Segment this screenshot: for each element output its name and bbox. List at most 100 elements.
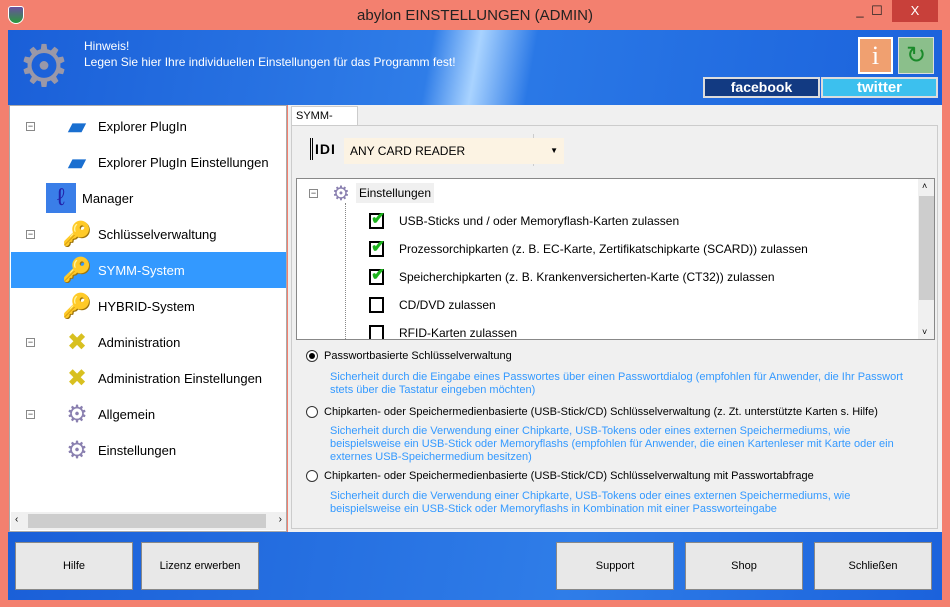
radio-unselected[interactable]: [306, 470, 318, 482]
horizontal-scrollbar[interactable]: ‹ ›: [11, 512, 286, 530]
hint-title: Hinweis!: [84, 39, 130, 53]
tree-item-label: USB-Sticks und / oder Memoryflash-Karten…: [399, 214, 680, 228]
tree-item-label: RFID-Karten zulassen: [399, 326, 518, 340]
sidebar-item-general[interactable]: − ⚙ Allgemein: [14, 396, 155, 432]
reader-toolbar: IDI ANY CARD READER ▼: [298, 134, 564, 166]
tree-item[interactable]: Prozessorchipkarten (z. B. EC-Karte, Zer…: [369, 237, 808, 261]
checkbox-unchecked[interactable]: [369, 325, 384, 339]
radio-label: Chipkarten- oder Speichermedienbasierte …: [324, 406, 878, 418]
close-dialog-button[interactable]: Schließen: [814, 542, 932, 590]
main-panel: SYMM-System IDI ANY CARD READER ▼ − ⚙Einst…: [288, 105, 942, 532]
buy-license-button[interactable]: Lizenz erwerben: [141, 542, 259, 590]
checkbox-checked[interactable]: [369, 237, 385, 257]
sidebar-item-hybrid-system[interactable]: 🔑 HYBRID-System: [62, 288, 195, 324]
scroll-down-icon[interactable]: ˅: [922, 327, 927, 337]
sidebar-item-symm-system[interactable]: 🔑 SYMM-System: [11, 252, 286, 288]
explorer-plugin-icon: ▰: [67, 112, 87, 140]
hint-text: Legen Sie hier Ihre individuellen Einste…: [84, 55, 456, 69]
refresh-icon: ↻: [905, 42, 927, 69]
sidebar-item-administration[interactable]: − ✖ Administration: [14, 324, 180, 360]
radio-chipcard-with-password[interactable]: Chipkarten- oder Speichermedienbasierte …: [306, 470, 814, 482]
tree-item-label: Speicherchipkarten (z. B. Krankenversich…: [399, 270, 775, 284]
sidebar-item-label: Manager: [82, 190, 134, 206]
update-button[interactable]: ↻: [898, 37, 934, 74]
checkbox-checked[interactable]: [369, 209, 385, 229]
title-bar: abylon EINSTELLUNGEN (ADMIN) _ ☐ X: [0, 0, 950, 30]
window-title: abylon EINSTELLUNGEN (ADMIN): [357, 7, 593, 24]
tools-icon: ✖: [66, 328, 88, 356]
manager-icon: ℓ: [46, 183, 76, 213]
gear-icon: ⚙: [66, 436, 88, 464]
radio-chipcard-based[interactable]: Chipkarten- oder Speichermedienbasierte …: [306, 406, 878, 418]
sidebar-item-administration-settings[interactable]: ✖ Administration Einstellungen: [62, 360, 262, 396]
sidebar-item-label: Explorer PlugIn: [98, 118, 187, 134]
sidebar-item-explorer-plugin[interactable]: − ▰ Explorer PlugIn: [14, 108, 187, 144]
scrollbar-thumb[interactable]: [28, 514, 266, 528]
navigation-tree: − ▰ Explorer PlugIn ▰ Explorer PlugIn Einst…: [9, 105, 287, 532]
tree-item[interactable]: USB-Sticks und / oder Memoryflash-Karten…: [369, 209, 679, 233]
shop-button[interactable]: Shop: [685, 542, 803, 590]
gear-icon: ⚙: [66, 400, 88, 428]
key-icon: 🔑: [62, 220, 92, 248]
help-button[interactable]: Hilfe: [15, 542, 133, 590]
collapse-toggle[interactable]: −: [26, 337, 35, 347]
radio-unselected[interactable]: [306, 406, 318, 418]
id-card-icon: IDI: [310, 138, 336, 160]
collapse-toggle[interactable]: −: [26, 121, 35, 131]
sidebar-item-manager[interactable]: ℓ Manager: [46, 180, 133, 216]
gear-icon: ⚙: [332, 182, 350, 205]
sidebar-item-label: Allgemein: [98, 406, 156, 422]
maximize-button[interactable]: ☐: [867, 0, 887, 22]
scroll-left-icon[interactable]: ‹: [15, 514, 18, 525]
option-description: Sicherheit durch die Verwendung einer Ch…: [330, 490, 851, 515]
explorer-plugin-icon: ▰: [67, 148, 87, 176]
tab-page: IDI ANY CARD READER ▼ − ⚙Einstellungen USB…: [291, 125, 938, 529]
tools-icon: ✖: [66, 364, 88, 392]
settings-tree: − ⚙Einstellungen USB-Sticks und / oder Me…: [296, 178, 935, 340]
key-icon: 🔑: [62, 256, 92, 284]
vertical-scrollbar[interactable]: ˄ ˅: [918, 179, 934, 339]
sidebar-item-label: Administration: [98, 334, 181, 350]
tree-root-settings[interactable]: − ⚙ Einstellungen: [309, 181, 434, 205]
facebook-button[interactable]: facebook: [703, 77, 820, 98]
collapse-toggle[interactable]: −: [26, 409, 35, 419]
sidebar-item-explorer-plugin-settings[interactable]: ▰ Explorer PlugIn Einstellungen: [62, 144, 269, 180]
close-button[interactable]: X: [892, 0, 938, 22]
info-button[interactable]: i: [858, 37, 893, 74]
tree-item-label: Prozessorchipkarten (z. B. EC-Karte, Zer…: [399, 242, 808, 256]
twitter-button[interactable]: twitter: [821, 77, 938, 98]
scrollbar-thumb[interactable]: [919, 196, 934, 300]
scroll-up-icon[interactable]: ˄: [922, 181, 927, 191]
chevron-down-icon[interactable]: ▼: [550, 138, 558, 164]
tree-item[interactable]: Speicherchipkarten (z. B. Krankenversich…: [369, 265, 775, 289]
header-banner: ⚙ Hinweis! Legen Sie hier Ihre individue…: [8, 30, 942, 105]
sidebar-item-key-management[interactable]: − 🔑 Schlüsselverwaltung: [14, 216, 217, 252]
option-description: Sicherheit durch die Eingabe eines Passw…: [330, 371, 903, 396]
option-description: Sicherheit durch die Verwendung einer Ch…: [330, 425, 894, 463]
sidebar-item-label: Einstellungen: [98, 442, 177, 458]
radio-selected[interactable]: [306, 350, 318, 362]
tree-item[interactable]: CD/DVD zulassen: [369, 293, 496, 317]
tree-root-label: Einstellungen: [355, 183, 434, 203]
gear-icon: ⚙: [18, 34, 70, 99]
card-reader-value: ANY CARD READER: [350, 144, 466, 158]
footer-bar: Hilfe Lizenz erwerben Support Shop Schli…: [8, 532, 942, 600]
scroll-right-icon[interactable]: ›: [279, 514, 282, 525]
support-button[interactable]: Support: [556, 542, 674, 590]
checkbox-checked[interactable]: [369, 265, 385, 285]
tree-item-label: CD/DVD zulassen: [399, 298, 496, 312]
card-reader-select[interactable]: ANY CARD READER ▼: [344, 138, 564, 164]
key-icon: 🔑: [62, 292, 92, 320]
sidebar-item-label: Explorer PlugIn Einstellungen: [98, 154, 269, 170]
tree-item[interactable]: RFID-Karten zulassen: [369, 321, 518, 340]
collapse-toggle[interactable]: −: [26, 229, 35, 239]
sidebar-item-label: Schlüsselverwaltung: [98, 226, 217, 242]
radio-label: Chipkarten- oder Speichermedienbasierte …: [324, 470, 814, 482]
checkbox-unchecked[interactable]: [369, 297, 384, 313]
sidebar-item-label: Administration Einstellungen: [98, 370, 263, 386]
collapse-toggle[interactable]: −: [309, 188, 318, 198]
sidebar-item-settings[interactable]: ⚙ Einstellungen: [62, 432, 176, 468]
radio-password-based[interactable]: Passwortbasierte Schlüsselverwaltung: [306, 350, 512, 362]
sidebar-item-label: HYBRID-System: [98, 298, 195, 314]
tab-symm-system[interactable]: SYMM-System: [291, 106, 358, 140]
